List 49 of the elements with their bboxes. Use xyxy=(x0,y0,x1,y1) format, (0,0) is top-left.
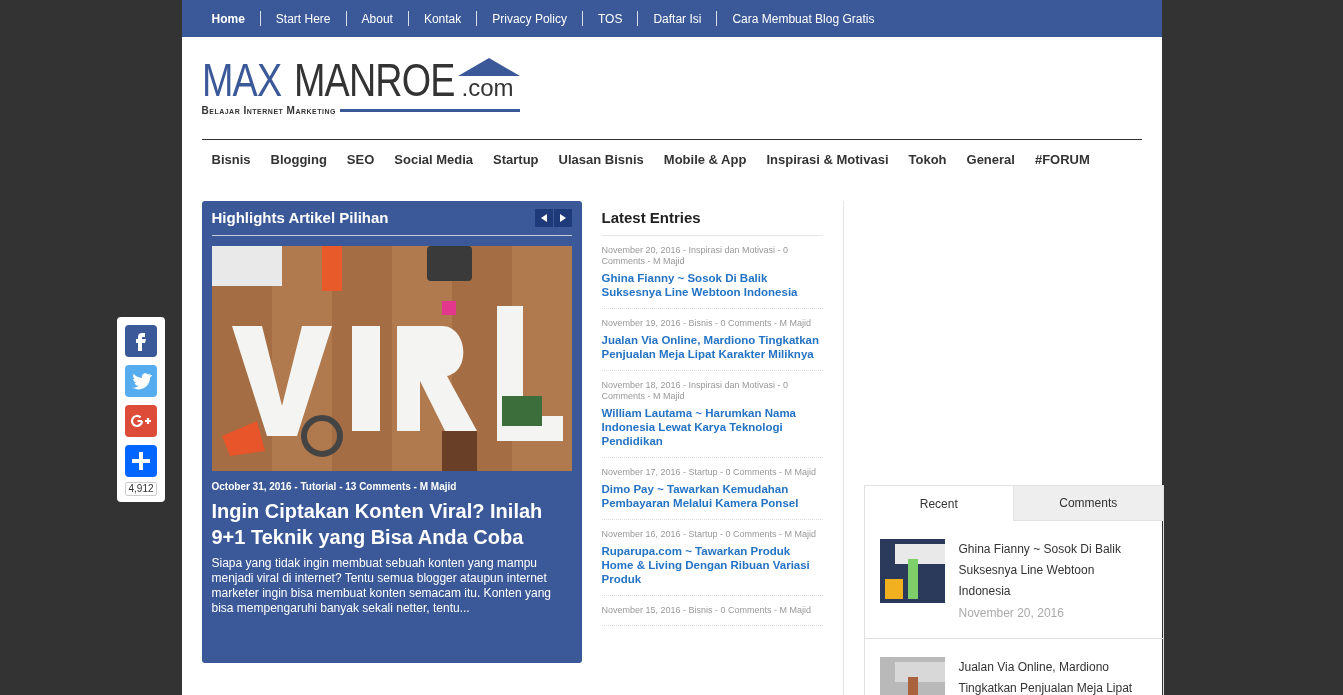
entry-title-link[interactable]: Ghina Fianny ~ Sosok Di Balik Suksesnya Line Webtoon Indonesia xyxy=(601,271,823,299)
category-link[interactable]: Ulasan Bisnis xyxy=(548,149,654,170)
category-link[interactable]: Blogging xyxy=(260,149,337,170)
entry-meta: November 18, 2016 - Inspirasi dan Motivasi - 0 Comments - M Majid xyxy=(601,380,790,402)
nav-link[interactable]: About xyxy=(346,9,408,28)
nav-link[interactable]: Cara Membuat Blog Gratis xyxy=(717,9,890,28)
entry-meta: November 19, 2016 - Bisnis - 0 Comments - M Majid xyxy=(601,318,813,329)
post-meta: October 31, 2016 - Tutorial - 13 Comments - M Majid xyxy=(211,480,458,494)
nav-link[interactable]: Daftar Isi xyxy=(638,9,717,28)
entry-meta: November 16, 2016 - Startup - 0 Comments - M Majid xyxy=(601,529,818,540)
site-logo[interactable]: MAX MANROE .com Belajar Internet Marketing xyxy=(201,57,520,117)
category-link[interactable]: #FORUM xyxy=(1024,149,1100,170)
post-date: November 20, 2016 xyxy=(958,605,1065,622)
entry-meta: November 20, 2016 - Inspirasi dan Motivasi - 0 Comments - M Majid xyxy=(601,245,790,267)
nav-link[interactable]: Home xyxy=(196,9,260,28)
recent-post-link[interactable]: Ghina Fianny ~ Sosok Di Balik Suksesnya Line Webtoon Indonesia xyxy=(958,539,1148,602)
section-title: Latest Entries xyxy=(601,201,823,236)
category-link[interactable]: Bisnis xyxy=(201,149,261,170)
previous-button[interactable] xyxy=(534,209,553,227)
left-arrow-icon xyxy=(540,214,547,222)
entry-title-link[interactable]: Ruparupa.com ~ Tawarkan Produk Home & Living Dengan Ribuan Variasi Produk xyxy=(601,544,823,586)
nav-link[interactable]: Privacy Policy xyxy=(477,9,582,28)
next-button[interactable] xyxy=(553,209,572,227)
nav-link[interactable]: Kontak xyxy=(408,9,477,28)
roof-icon xyxy=(457,57,520,77)
recent-post-link[interactable]: Jualan Via Online, Mardiono Tingkatkan Penjualan Meja Lipat xyxy=(958,657,1148,695)
entry-title-link[interactable]: Jualan Via Online, Mardiono Tingkatkan Penjualan Meja Lipat Karakter Miliknya xyxy=(601,333,823,361)
category-link[interactable]: Mobile & App xyxy=(653,149,757,170)
widget-tab[interactable]: Comments xyxy=(1013,486,1163,521)
nav-link[interactable]: Start Here xyxy=(260,9,346,28)
plus-icon[interactable] xyxy=(125,445,157,477)
share-count: 4,912 xyxy=(125,482,157,496)
highlights-title: Highlights Artikel Pilihan xyxy=(211,207,389,228)
entry-meta: November 15, 2016 - Bisnis - 0 Comments - M Majid xyxy=(601,605,813,616)
category-link[interactable]: General xyxy=(956,149,1025,170)
google-plus-icon[interactable] xyxy=(125,405,157,437)
post-excerpt: Siapa yang tidak ingin membuat sebuah konten yang mampu menjadi viral di internet? Tentu semua blogger ataupun internet marketer ingin bisa membuat konten semacam itu. Konten yang bisa mempengaruhi banyak sekali netter, tentu... xyxy=(211,556,552,616)
post-headline[interactable]: Ingin Ciptakan Konten Viral? Inilah 9+1 Teknik yang Bisa Anda Coba xyxy=(211,498,572,550)
category-link[interactable]: Tokoh xyxy=(898,149,957,170)
category-link[interactable]: Inspirasi & Motivasi xyxy=(756,149,899,170)
entry-title-link[interactable]: William Lautama ~ Harumkan Nama Indonesia Lewat Karya Teknologi Pendidikan xyxy=(601,406,823,448)
entry-meta: November 17, 2016 - Startup - 0 Comments - M Majid xyxy=(601,467,818,478)
category-link[interactable]: Social Media xyxy=(384,149,484,170)
nav-link[interactable]: TOS xyxy=(582,9,638,28)
category-link[interactable]: Startup xyxy=(483,149,549,170)
category-link[interactable]: SEO xyxy=(336,149,385,170)
facebook-icon[interactable] xyxy=(125,325,157,357)
entry-title-link[interactable]: Dimo Pay ~ Tawarkan Kemudahan Pembayaran Melalui Kamera Ponsel xyxy=(601,482,823,510)
right-arrow-icon xyxy=(559,214,566,222)
